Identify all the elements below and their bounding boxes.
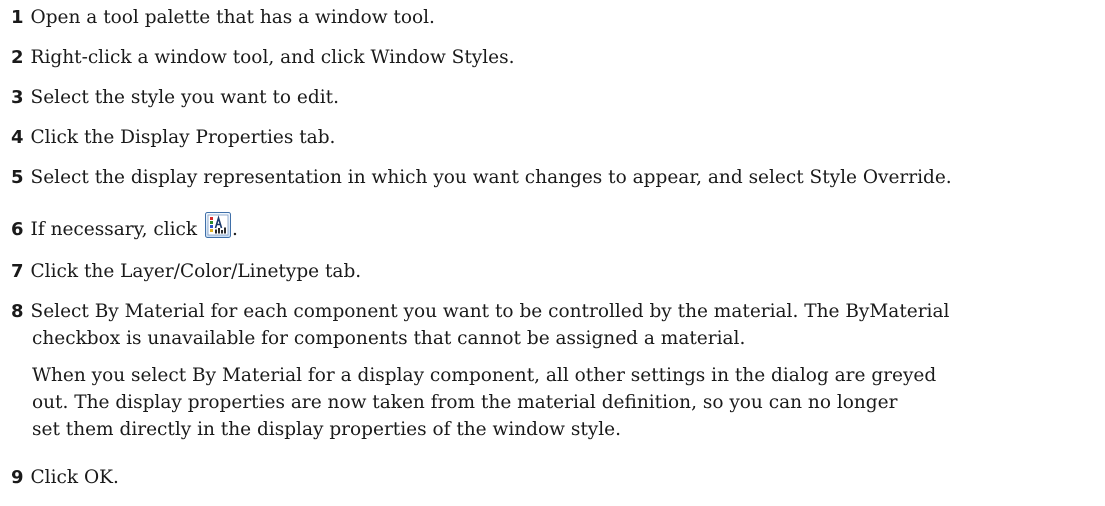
step-text: Select By Material for each component yo…: [30, 301, 950, 322]
step-text: Click the Layer/Color/Linetype tab.: [30, 261, 362, 282]
note-line: set them directly in the display propert…: [32, 419, 622, 440]
step-number: 1: [11, 7, 24, 28]
step-text: Right-click a window tool, and click Win…: [30, 47, 515, 68]
step-number: 8: [11, 301, 24, 322]
step-number: 3: [11, 87, 24, 108]
step-3: 3 Select the style you want to edit.: [11, 86, 339, 110]
step-2: 2 Right-click a window tool, and click Wi…: [11, 46, 514, 70]
step-number: 9: [11, 467, 24, 488]
step-text: Click the Display Properties tab.: [30, 127, 336, 148]
edit-display-properties-icon[interactable]: [205, 212, 232, 238]
step-text: Open a tool palette that has a window to…: [30, 7, 435, 28]
step-9: 9 Click OK.: [11, 466, 119, 490]
step-8-continuation: checkbox is unavailable for components t…: [32, 328, 746, 349]
step-text: Select the style you want to edit.: [30, 87, 339, 108]
step-4: 4 Click the Display Properties tab.: [11, 126, 335, 150]
step-number: 4: [11, 127, 24, 148]
step-8: 8 Select By Material for each component y…: [11, 300, 949, 324]
step-number: 2: [11, 47, 24, 68]
step-number: 5: [11, 167, 24, 188]
note-line: out. The display properties are now take…: [32, 392, 898, 413]
step-text: If necessary, click: [30, 219, 198, 240]
step-text-end: .: [232, 219, 238, 240]
step-7: 7 Click the Layer/Color/Linetype tab.: [11, 260, 361, 284]
step-text: Click OK.: [30, 467, 119, 488]
step-1: 1 Open a tool palette that has a window t…: [11, 6, 435, 30]
step-text: Select the display representation in whi…: [30, 167, 952, 188]
note-line: When you select By Material for a displa…: [32, 365, 937, 386]
step-number: 7: [11, 261, 24, 282]
step-5: 5 Select the display representation in wh…: [11, 166, 952, 190]
step-6: 6 If necessary, click .: [11, 212, 238, 242]
step-number: 6: [11, 219, 24, 240]
